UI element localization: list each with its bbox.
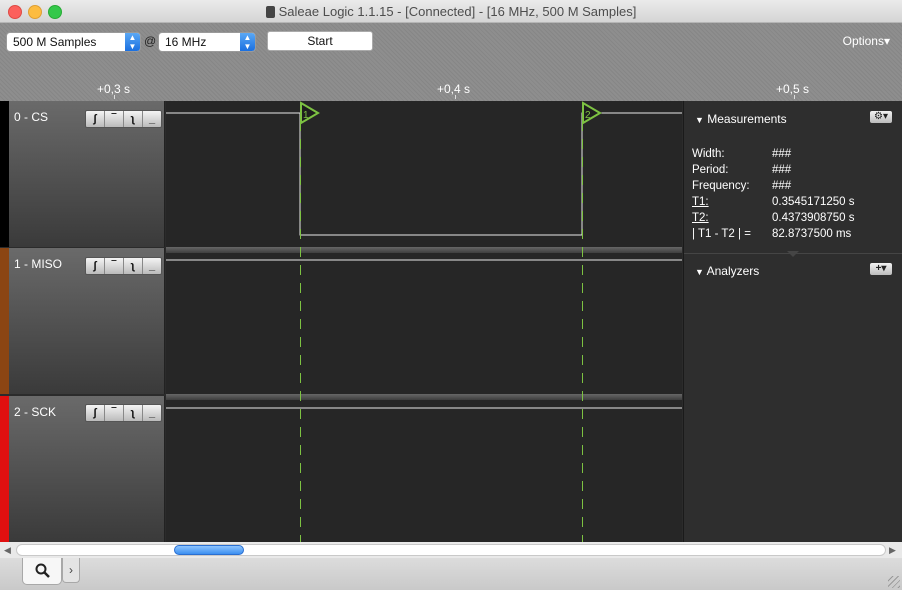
- measurement-value: 0.4373908750 s: [772, 212, 855, 224]
- cs-waveform: [166, 112, 682, 236]
- scroll-right-arrow-icon[interactable]: ▶: [889, 545, 896, 556]
- add-analyzer-button[interactable]: +▾: [870, 263, 892, 275]
- search-icon: [35, 563, 50, 578]
- measurement-label: | T1 - T2 | =: [692, 228, 751, 240]
- disclosure-triangle-icon: ▼: [695, 267, 704, 277]
- expand-tab-chevron-icon[interactable]: ›: [62, 558, 80, 583]
- measurement-value: ###: [772, 164, 792, 176]
- analyzers-header[interactable]: ▼ Analyzers: [695, 264, 759, 278]
- measurement-label-t1[interactable]: T1:: [692, 196, 709, 208]
- measurements-header[interactable]: ▼ Measurements: [695, 112, 787, 126]
- measurement-label: Period:: [692, 164, 729, 176]
- scroll-track[interactable]: [16, 544, 886, 556]
- measurement-label-t2[interactable]: T2:: [692, 212, 709, 224]
- measurements-gear-button[interactable]: ⚙▾: [870, 111, 892, 123]
- resize-grip-icon[interactable]: [888, 576, 900, 588]
- marker-1-label: 1: [303, 110, 309, 121]
- measurement-value: ###: [772, 148, 792, 160]
- bottom-bar: ›: [0, 558, 902, 590]
- horizontal-scrollbar[interactable]: ◀ ▶: [0, 542, 902, 558]
- scroll-thumb[interactable]: [174, 545, 244, 555]
- scroll-left-arrow-icon[interactable]: ◀: [4, 545, 11, 556]
- search-tab[interactable]: [22, 558, 62, 585]
- disclosure-triangle-icon: ▼: [695, 115, 704, 125]
- measurement-label: Frequency:: [692, 180, 750, 192]
- measurement-value: 82.8737500 ms: [772, 228, 852, 240]
- collapse-handle-icon[interactable]: [787, 251, 799, 257]
- marker-2-label: 2: [585, 110, 591, 121]
- measurement-label: Width:: [692, 148, 725, 160]
- measurement-value: ###: [772, 180, 792, 192]
- measurement-value: 0.3545171250 s: [772, 196, 855, 208]
- side-panel: ▼ Measurements ⚙▾ Width: ### Period: ###…: [683, 101, 902, 542]
